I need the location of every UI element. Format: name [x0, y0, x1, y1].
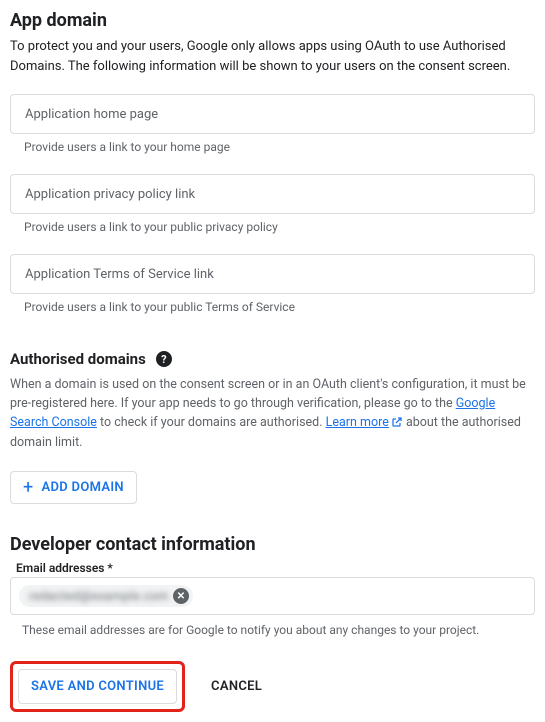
email-chip-text: redacted@example.com: [29, 589, 169, 603]
save-and-continue-button[interactable]: SAVE AND CONTINUE: [18, 669, 177, 704]
developer-contact-heading: Developer contact information: [10, 534, 535, 555]
learn-more-link[interactable]: Learn more: [326, 415, 389, 430]
home-page-helper: Provide users a link to your home page: [10, 140, 535, 154]
home-page-field: Provide users a link to your home page: [10, 94, 535, 154]
authorised-domains-description: When a domain is used on the consent scr…: [10, 376, 535, 453]
add-domain-button[interactable]: + ADD DOMAIN: [10, 471, 137, 504]
app-domain-description: To protect you and your users, Google on…: [10, 37, 535, 76]
tos-helper: Provide users a link to your public Term…: [10, 300, 535, 314]
email-helper-text: These email addresses are for Google to …: [10, 623, 535, 637]
privacy-policy-input[interactable]: [10, 174, 535, 214]
app-domain-section: App domain To protect you and your users…: [10, 10, 535, 314]
help-icon[interactable]: ?: [156, 351, 172, 367]
email-addresses-input[interactable]: redacted@example.com ✕: [10, 577, 535, 615]
save-highlight: SAVE AND CONTINUE: [10, 661, 185, 712]
plus-icon: +: [23, 481, 34, 495]
actions-row: SAVE AND CONTINUE CANCEL: [10, 661, 535, 712]
privacy-policy-helper: Provide users a link to your public priv…: [10, 220, 535, 234]
cancel-button[interactable]: CANCEL: [211, 679, 262, 694]
home-page-input[interactable]: [10, 94, 535, 134]
authorised-domains-section: Authorised domains ? When a domain is us…: [10, 350, 535, 504]
email-chip: redacted@example.com ✕: [19, 585, 193, 607]
authorised-domains-heading: Authorised domains: [10, 350, 146, 368]
external-link-icon: [391, 416, 403, 435]
developer-contact-section: Developer contact information Email addr…: [10, 534, 535, 637]
tos-field: Provide users a link to your public Term…: [10, 254, 535, 314]
app-domain-heading: App domain: [10, 10, 535, 31]
privacy-policy-field: Provide users a link to your public priv…: [10, 174, 535, 234]
tos-input[interactable]: [10, 254, 535, 294]
email-addresses-label: Email addresses *: [10, 561, 535, 575]
remove-chip-icon[interactable]: ✕: [173, 588, 189, 604]
